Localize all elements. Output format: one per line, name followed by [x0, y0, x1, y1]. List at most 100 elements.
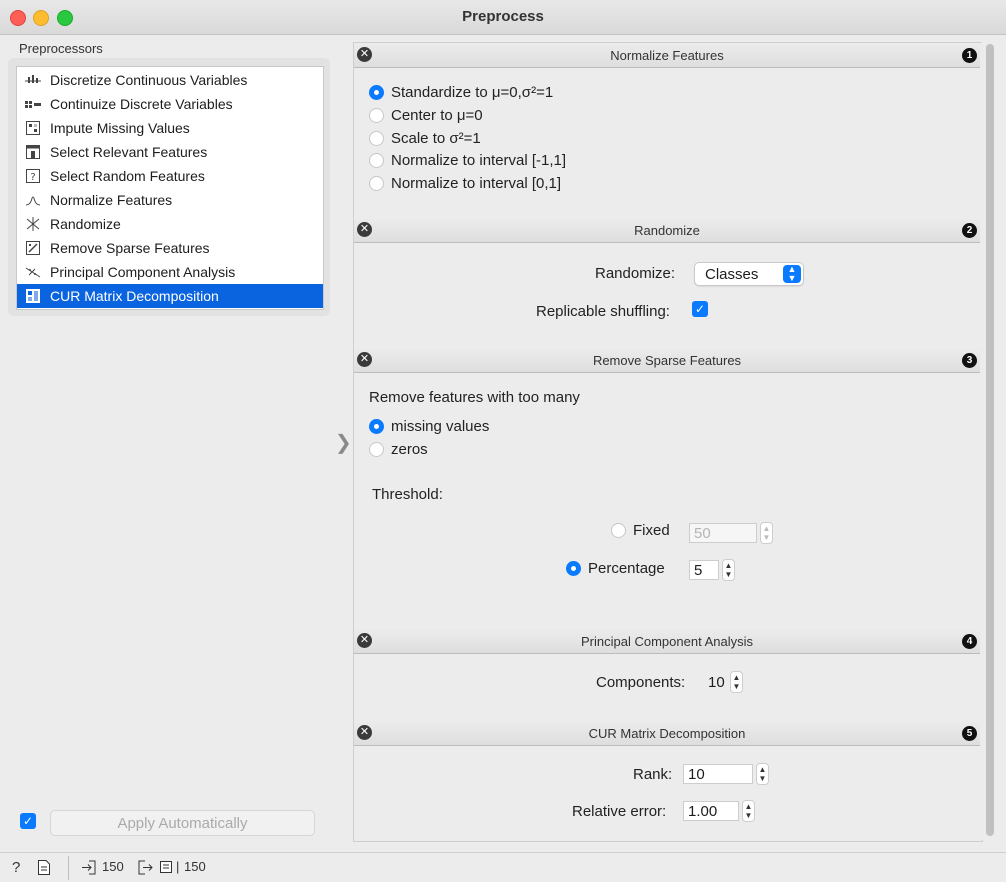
section-header-normalize: ✕ Normalize Features 1 [354, 43, 980, 68]
section-number-badge: 4 [962, 634, 977, 649]
section-title: Principal Component Analysis [581, 633, 753, 649]
report-icon[interactable] [38, 860, 50, 878]
close-icon[interactable]: ✕ [357, 47, 372, 62]
chevron-right-icon[interactable]: ❯ [335, 430, 352, 455]
preprocessor-item-pca[interactable]: Principal Component Analysis [17, 260, 323, 284]
preprocessor-item-randomize[interactable]: Randomize [17, 212, 323, 236]
preprocessor-item-remove-sparse[interactable]: Remove Sparse Features [17, 236, 323, 260]
stepper-arrows-icon[interactable]: ▲ ▼ [760, 522, 773, 544]
replicable-shuffling-label: Replicable shuffling: [536, 303, 670, 320]
close-icon[interactable]: ✕ [357, 352, 372, 367]
preprocessor-item-continuize[interactable]: Continuize Discrete Variables [17, 92, 323, 116]
continuize-icon [25, 97, 41, 111]
select-relevant-icon [25, 145, 41, 159]
stepper-arrows-icon[interactable]: ▲ ▼ [730, 671, 743, 693]
section-title: Remove Sparse Features [592, 352, 742, 368]
radio-icon [566, 561, 581, 576]
window-title: Preprocess [462, 8, 544, 25]
option-label: Normalize to interval [-1,1] [391, 152, 567, 169]
replicable-shuffling-checkbox[interactable]: ✓ [692, 301, 708, 317]
svg-text:?: ? [30, 172, 35, 183]
option-label: Scale to σ²=1 [391, 130, 481, 147]
section-number-badge: 3 [962, 353, 977, 368]
apply-automatically-checkbox[interactable]: ✓ [20, 813, 36, 829]
chevron-updown-icon: ▲ ▼ [783, 265, 801, 283]
preprocessor-item-select-random[interactable]: ? Select Random Features [17, 164, 323, 188]
percentage-threshold-spinbox[interactable]: 5 ▲ ▼ [689, 559, 735, 581]
preprocessor-label: Impute Missing Values [50, 120, 190, 136]
preprocessor-item-impute[interactable]: Impute Missing Values [17, 116, 323, 140]
rank-field[interactable]: 10 [683, 764, 753, 784]
components-field[interactable]: 10 [703, 672, 727, 692]
close-icon[interactable]: ✕ [357, 725, 372, 740]
apply-button[interactable]: Apply Automatically [50, 810, 315, 836]
output-count: 150 [184, 859, 206, 874]
preprocessor-label: Discretize Continuous Variables [50, 72, 248, 88]
radio-icon [369, 85, 384, 100]
section-header-pca: ✕ Principal Component Analysis 4 [354, 629, 980, 654]
fixed-threshold-spinbox[interactable]: 50 ▲ ▼ [689, 522, 773, 544]
preprocessor-label: Select Random Features [50, 168, 205, 184]
stepper-arrows-icon[interactable]: ▲ ▼ [756, 763, 769, 785]
option-label: Fixed [633, 522, 670, 539]
normalize-icon [25, 193, 41, 207]
status-bar: ? 150 | 150 [0, 852, 1006, 882]
fixed-threshold-field[interactable]: 50 [689, 523, 757, 543]
section-number-badge: 5 [962, 726, 977, 741]
rank-label: Rank: [633, 766, 673, 783]
threshold-percentage-radio[interactable]: Percentage [566, 560, 665, 577]
section-header-randomize: ✕ Randomize 2 [354, 218, 980, 243]
data-icon [160, 861, 172, 876]
components-label: Components: [596, 674, 686, 691]
section-title: Randomize [634, 222, 700, 238]
preprocessor-label: CUR Matrix Decomposition [50, 288, 219, 304]
preprocessor-item-cur[interactable]: CUR Matrix Decomposition [17, 284, 323, 308]
output-icon [138, 860, 153, 878]
section-header-remove-sparse: ✕ Remove Sparse Features 3 [354, 348, 980, 373]
status-separator [68, 856, 69, 880]
radio-icon [369, 153, 384, 168]
threshold-fixed-radio[interactable]: Fixed [611, 522, 670, 539]
normalize-option-center[interactable]: Center to μ=0 [369, 107, 483, 124]
help-icon[interactable]: ? [12, 859, 20, 876]
input-icon [82, 860, 96, 878]
percentage-threshold-field[interactable]: 5 [689, 560, 719, 580]
components-spinbox[interactable]: 10 ▲ ▼ [703, 671, 743, 693]
normalize-option-standardize[interactable]: Standardize to μ=0,σ²=1 [369, 84, 553, 101]
randomize-select-value: Classes [705, 265, 759, 283]
preprocessor-label: Normalize Features [50, 192, 173, 208]
sparse-option-missing-values[interactable]: missing values [369, 418, 489, 435]
relative-error-field[interactable]: 1.00 [683, 801, 739, 821]
close-icon[interactable]: ✕ [357, 222, 372, 237]
relative-error-spinbox[interactable]: 1.00 ▲ ▼ [683, 800, 755, 822]
radio-icon [611, 523, 626, 538]
preprocessor-item-normalize[interactable]: Normalize Features [17, 188, 323, 212]
relative-error-label: Relative error: [572, 803, 667, 820]
preprocessor-list: Discretize Continuous Variables Continui… [16, 66, 324, 310]
normalize-option-interval-0-1[interactable]: Normalize to interval [0,1] [369, 175, 561, 192]
preprocessor-item-discretize[interactable]: Discretize Continuous Variables [17, 68, 323, 92]
preprocessors-label: Preprocessors [19, 41, 103, 56]
close-icon[interactable]: ✕ [357, 633, 372, 648]
option-label: zeros [391, 441, 428, 458]
normalize-option-interval-neg1-1[interactable]: Normalize to interval [-1,1] [369, 152, 566, 169]
option-label: Center to μ=0 [391, 107, 483, 124]
normalize-option-scale[interactable]: Scale to σ²=1 [369, 130, 481, 147]
option-label: Standardize to μ=0,σ²=1 [391, 84, 554, 101]
sparse-option-zeros[interactable]: zeros [369, 441, 428, 458]
stepper-arrows-icon[interactable]: ▲ ▼ [742, 800, 755, 822]
discretize-icon [25, 73, 41, 87]
pca-icon [25, 265, 41, 279]
preprocessor-label: Remove Sparse Features [50, 240, 210, 256]
section-title: CUR Matrix Decomposition [588, 725, 746, 741]
remove-sparse-icon [25, 241, 41, 255]
stepper-arrows-icon[interactable]: ▲ ▼ [722, 559, 735, 581]
cur-icon [25, 289, 41, 303]
section-number-badge: 1 [962, 48, 977, 63]
radio-icon [369, 176, 384, 191]
randomize-icon [25, 217, 41, 231]
randomize-select[interactable]: Classes ▲ ▼ [694, 262, 804, 286]
scrollbar-thumb[interactable] [986, 44, 994, 836]
rank-spinbox[interactable]: 10 ▲ ▼ [683, 763, 769, 785]
preprocessor-item-select-relevant[interactable]: Select Relevant Features [17, 140, 323, 164]
